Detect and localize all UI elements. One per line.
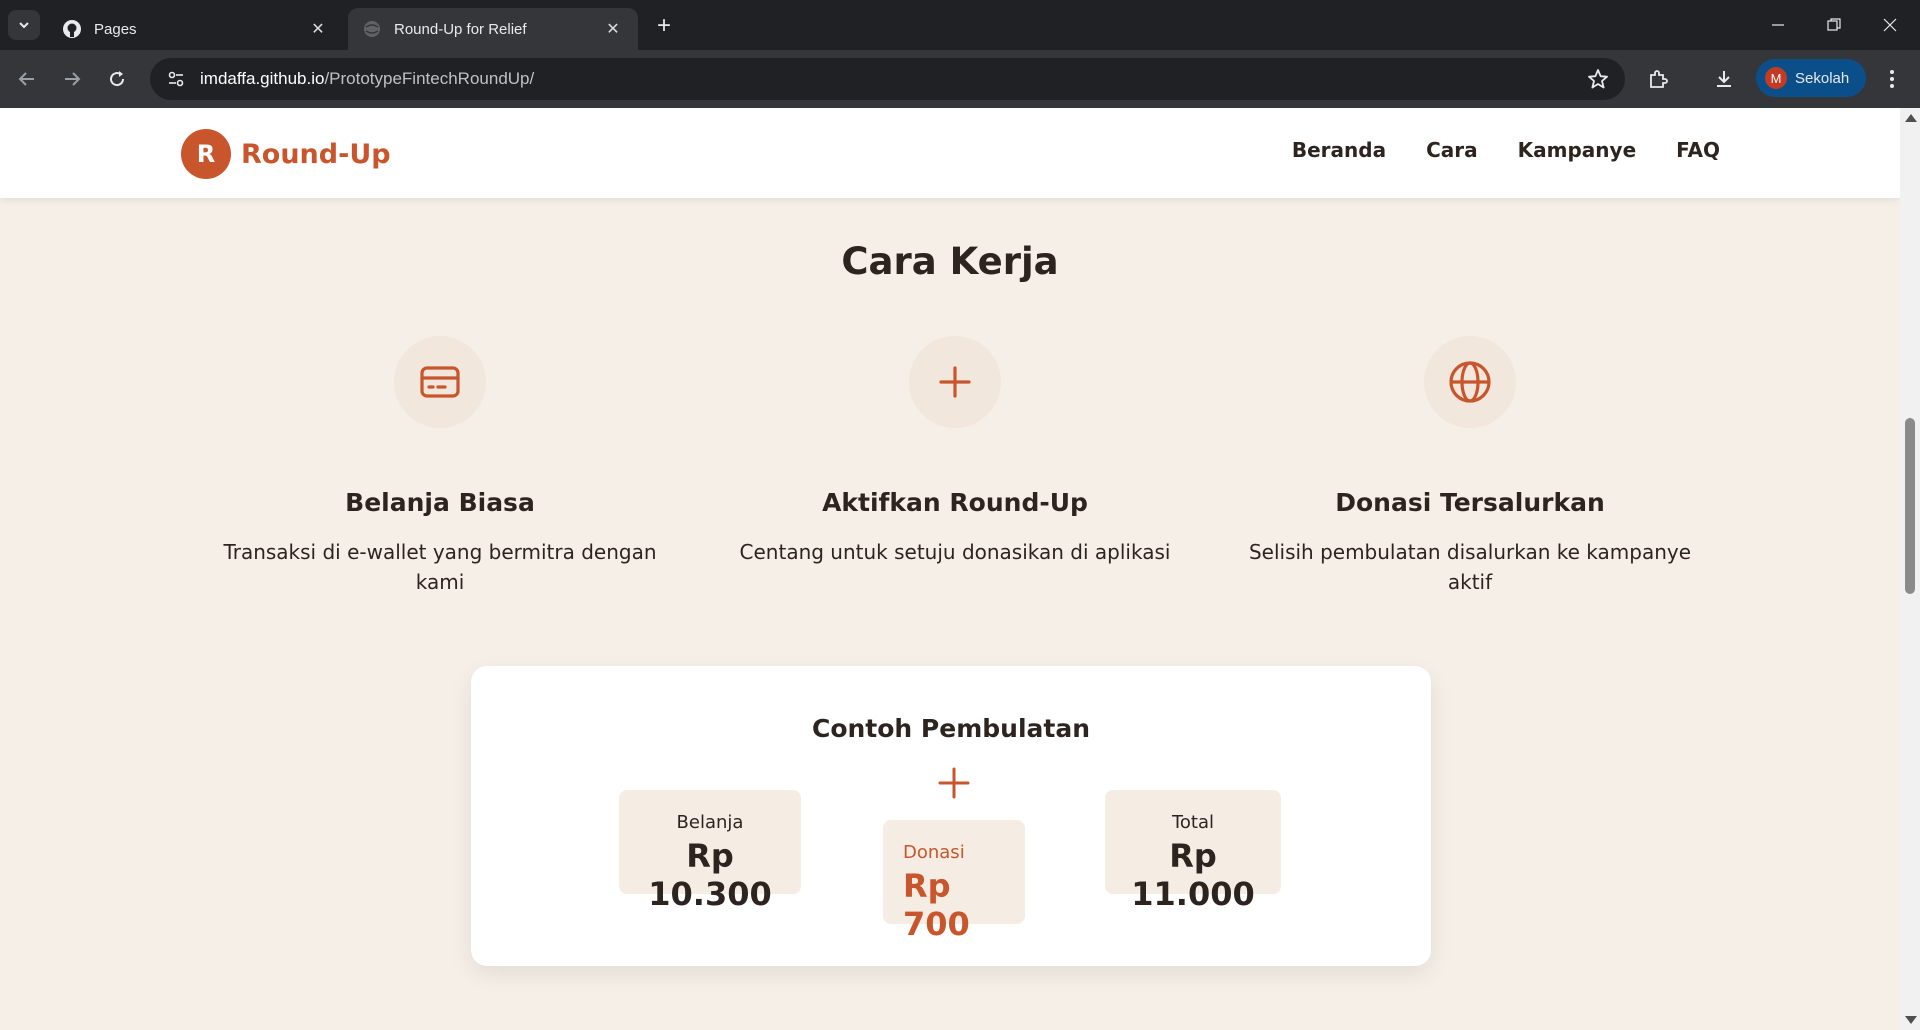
globe-icon	[1424, 336, 1516, 428]
nav-link-faq[interactable]: FAQ	[1676, 138, 1720, 162]
step-title: Aktifkan Round-Up	[822, 488, 1088, 517]
profile-button[interactable]: M Sekolah	[1756, 59, 1866, 97]
purchase-amount: Rp 10.300	[648, 837, 772, 913]
total-label: Total	[1171, 812, 1215, 833]
github-icon	[62, 19, 82, 39]
tab-search-button[interactable]	[8, 10, 40, 40]
step-title: Belanja Biasa	[345, 488, 535, 517]
total-amount: Rp 11.000	[1131, 837, 1255, 913]
donation-amount: Rp 700	[903, 867, 970, 943]
rounding-example-card: Contoh Pembulatan Belanja Rp 10.300 Dona…	[471, 666, 1431, 966]
credit-card-icon	[394, 336, 486, 428]
nav-link-kampanye[interactable]: Kampanye	[1518, 138, 1637, 162]
step-description: Centang untuk setuju donasikan di aplika…	[739, 540, 1171, 564]
close-tab-icon[interactable]: ✕	[307, 18, 329, 40]
site-header: R Round-Up Beranda Cara Kampanye FAQ	[0, 108, 1900, 198]
scroll-up-arrow-icon[interactable]	[1905, 114, 1917, 122]
donation-box: Donasi Rp 700	[883, 820, 1025, 943]
more-menu-icon[interactable]	[1878, 65, 1906, 93]
browser-tab-bar: Pages ✕ Round-Up for Relief ✕ +	[0, 0, 1920, 50]
address-bar[interactable]: imdaffa.github.io/PrototypeFintechRoundU…	[150, 58, 1625, 100]
restore-icon[interactable]	[1806, 0, 1862, 50]
page-scrollbar[interactable]	[1900, 108, 1920, 1030]
globe-favicon-icon	[362, 19, 382, 39]
back-arrow-icon[interactable]	[9, 61, 45, 97]
step-item: Donasi Tersalurkan Selisih pembulatan di…	[1240, 336, 1700, 597]
avatar: M	[1765, 67, 1787, 89]
plus-icon	[909, 336, 1001, 428]
forward-arrow-icon[interactable]	[54, 61, 90, 97]
browser-toolbar: imdaffa.github.io/PrototypeFintechRoundU…	[0, 50, 1920, 108]
step-item: Aktifkan Round-Up Centang untuk setuju d…	[725, 336, 1185, 597]
reload-icon[interactable]	[99, 61, 135, 97]
purchase-box: Belanja Rp 10.300	[619, 790, 801, 913]
site-info-icon[interactable]	[156, 59, 196, 99]
step-item: Belanja Biasa Transaksi di e-wallet yang…	[210, 336, 670, 597]
tab-round-up[interactable]: Round-Up for Relief ✕	[348, 8, 638, 50]
purchase-label: Belanja	[676, 812, 744, 833]
nav-link-beranda[interactable]: Beranda	[1292, 138, 1386, 162]
tab-title: Round-Up for Relief	[394, 20, 527, 38]
page-content: R Round-Up Beranda Cara Kampanye FAQ Car…	[0, 108, 1900, 1030]
profile-name: Sekolah	[1795, 69, 1850, 87]
scroll-thumb[interactable]	[1905, 418, 1915, 594]
close-tab-icon[interactable]: ✕	[602, 18, 624, 40]
total-box: Total Rp 11.000	[1105, 790, 1281, 913]
minimize-icon[interactable]	[1750, 0, 1806, 50]
bookmark-star-icon[interactable]	[1585, 66, 1611, 92]
example-title: Contoh Pembulatan	[811, 714, 1091, 743]
tab-title: Pages	[94, 20, 137, 38]
close-window-icon[interactable]	[1862, 0, 1918, 50]
logo-text: Round-Up	[241, 138, 391, 170]
main-nav: Beranda Cara Kampanye FAQ	[1292, 138, 1720, 162]
logo-badge: R	[181, 129, 231, 179]
step-title: Donasi Tersalurkan	[1335, 488, 1605, 517]
step-description: Transaksi di e-wallet yang bermitra deng…	[223, 540, 657, 594]
nav-link-cara[interactable]: Cara	[1426, 138, 1478, 162]
step-description: Selisih pembulatan disalurkan ke kampany…	[1248, 540, 1692, 594]
steps-list: Belanja Biasa Transaksi di e-wallet yang…	[210, 336, 1700, 597]
url-text: imdaffa.github.io/PrototypeFintechRoundU…	[200, 69, 534, 89]
tab-pages[interactable]: Pages ✕	[48, 8, 343, 50]
new-tab-plus-icon[interactable]: +	[650, 12, 678, 40]
extensions-puzzle-icon[interactable]	[1644, 65, 1672, 93]
plus-icon	[937, 766, 971, 800]
donation-label: Donasi	[903, 842, 965, 863]
download-icon[interactable]	[1710, 65, 1738, 93]
section-title: Cara Kerja	[841, 240, 1059, 283]
chevron-down-icon	[19, 22, 29, 29]
url-path: /PrototypeFintechRoundUp/	[324, 69, 535, 88]
scroll-down-arrow-icon[interactable]	[1905, 1016, 1917, 1024]
url-host: imdaffa.github.io	[200, 69, 325, 88]
site-logo[interactable]: R Round-Up	[181, 129, 391, 179]
